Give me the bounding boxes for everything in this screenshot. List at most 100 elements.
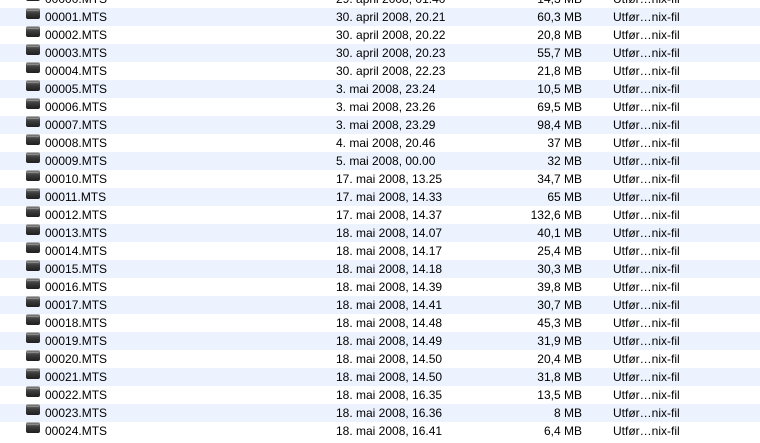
unix-executable-file-icon: [26, 98, 40, 109]
file-row[interactable]: 00008.MTS 4. mai 2008, 20.46 37 MB Utfør…ni…: [0, 134, 760, 152]
file-size: 55,7 MB: [537, 46, 582, 60]
file-row[interactable]: 00003.MTS 30. april 2008, 20.23 55,7 MB Utf…: [0, 44, 760, 62]
file-name: 00021.MTS: [45, 370, 108, 384]
file-kind: Utfør…nix-fil: [613, 424, 680, 438]
modified-date: 30. april 2008, 20.21: [336, 10, 446, 24]
modified-date: 18. mai 2008, 16.35: [336, 388, 443, 402]
file-size: 37 MB: [547, 136, 582, 150]
file-row[interactable]: 00018.MTS 18. mai 2008, 14.48 45,3 MB Utfør…: [0, 314, 760, 332]
file-row[interactable]: 00004.MTS 30. april 2008, 22.23 21,8 MB Utf…: [0, 62, 760, 80]
file-name: 00020.MTS: [45, 352, 108, 366]
file-size: 132,6 MB: [530, 208, 582, 222]
file-kind: Utfør…nix-fil: [613, 298, 680, 312]
modified-date: 18. mai 2008, 14.50: [336, 370, 443, 384]
file-name: 00004.MTS: [45, 64, 108, 78]
file-row[interactable]: 00017.MTS 18. mai 2008, 14.41 30,7 MB Utfør…: [0, 296, 760, 314]
file-size: 31,9 MB: [537, 334, 582, 348]
file-name: 00015.MTS: [45, 262, 108, 276]
unix-executable-file-icon: [26, 44, 40, 55]
file-kind: Utfør…nix-fil: [613, 136, 680, 150]
file-row[interactable]: 00001.MTS 30. april 2008, 20.21 60,3 MB Utf…: [0, 8, 760, 26]
unix-executable-file-icon: [26, 62, 40, 73]
file-row[interactable]: 00000.MTS 29. april 2008, 01.40 14,3 MB Utf…: [0, 0, 760, 8]
file-name: 00000.MTS: [45, 0, 107, 8]
modified-date: 30. april 2008, 20.23: [336, 46, 446, 60]
file-row[interactable]: 00006.MTS 3. mai 2008, 23.26 69,5 MB Utfør……: [0, 98, 760, 116]
file-name: 00016.MTS: [45, 280, 108, 294]
file-row[interactable]: 00024.MTS 18. mai 2008, 16.41 6,4 MB Utfør……: [0, 422, 760, 440]
unix-executable-file-icon: [26, 26, 40, 37]
file-name: 00002.MTS: [45, 28, 108, 42]
file-row[interactable]: 00009.MTS 5. mai 2008, 00.00 32 MB Utfør…ni…: [0, 152, 760, 170]
file-size: 98,4 MB: [537, 118, 582, 132]
file-row[interactable]: 00014.MTS 18. mai 2008, 14.17 25,4 MB Utfør…: [0, 242, 760, 260]
file-row[interactable]: 00002.MTS 30. april 2008, 20.22 20,8 MB Utf…: [0, 26, 760, 44]
file-row[interactable]: 00010.MTS 17. mai 2008, 13.25 34,7 MB Utfør…: [0, 170, 760, 188]
file-row[interactable]: 00007.MTS 3. mai 2008, 23.29 98,4 MB Utfør……: [0, 116, 760, 134]
file-kind: Utfør…nix-fil: [613, 82, 680, 96]
modified-date: 3. mai 2008, 23.26: [336, 100, 436, 114]
file-name: 00007.MTS: [45, 118, 108, 132]
file-size: 13,5 MB: [537, 388, 582, 402]
unix-executable-file-icon: [26, 152, 40, 163]
file-size: 21,8 MB: [537, 64, 582, 78]
modified-date: 5. mai 2008, 00.00: [336, 154, 436, 168]
file-kind: Utfør…nix-fil: [613, 316, 680, 330]
file-row[interactable]: 00016.MTS 18. mai 2008, 14.39 39,8 MB Utfør…: [0, 278, 760, 296]
file-kind: Utfør…nix-fil: [613, 262, 680, 276]
file-row[interactable]: 00012.MTS 17. mai 2008, 14.37 132,6 MB Utfø…: [0, 206, 760, 224]
modified-date: 18. mai 2008, 14.48: [336, 316, 443, 330]
modified-date: 17. mai 2008, 13.25: [336, 172, 443, 186]
unix-executable-file-icon: [26, 80, 40, 91]
file-size: 39,8 MB: [537, 280, 582, 294]
file-row[interactable]: 00019.MTS 18. mai 2008, 14.49 31,9 MB Utfør…: [0, 332, 760, 350]
file-row[interactable]: 00005.MTS 3. mai 2008, 23.24 10,5 MB Utfør……: [0, 80, 760, 98]
modified-date: 18. mai 2008, 14.18: [336, 262, 443, 276]
file-name: 00008.MTS: [45, 136, 108, 150]
file-kind: Utfør…nix-fil: [613, 370, 680, 384]
modified-date: 3. mai 2008, 23.29: [336, 118, 436, 132]
file-row[interactable]: 00011.MTS 17. mai 2008, 14.33 65 MB Utfør…n…: [0, 188, 760, 206]
file-kind: Utfør…nix-fil: [613, 172, 680, 186]
file-kind: Utfør…nix-fil: [613, 64, 680, 78]
unix-executable-file-icon: [26, 278, 40, 289]
file-size: 60,3 MB: [537, 10, 582, 24]
file-kind: Utfør…nix-fil: [613, 118, 680, 132]
unix-executable-file-icon: [26, 332, 40, 343]
unix-executable-file-icon: [26, 0, 40, 1]
file-name: 00017.MTS: [45, 298, 108, 312]
file-name: 00024.MTS: [45, 424, 108, 438]
file-kind: Utfør…nix-fil: [613, 226, 680, 240]
file-name: 00011.MTS: [45, 190, 107, 204]
unix-executable-file-icon: [26, 350, 40, 361]
file-row[interactable]: 00022.MTS 18. mai 2008, 16.35 13,5 MB Utfør…: [0, 386, 760, 404]
modified-date: 18. mai 2008, 14.50: [336, 352, 443, 366]
unix-executable-file-icon: [26, 368, 40, 379]
file-kind: Utfør…nix-fil: [613, 28, 680, 42]
unix-executable-file-icon: [26, 296, 40, 307]
file-row[interactable]: 00020.MTS 18. mai 2008, 14.50 20,4 MB Utfør…: [0, 350, 760, 368]
file-row[interactable]: 00023.MTS 18. mai 2008, 16.36 8 MB Utfør…ni…: [0, 404, 760, 422]
modified-date: 18. mai 2008, 14.41: [336, 298, 443, 312]
file-name: 00005.MTS: [45, 82, 108, 96]
file-size: 69,5 MB: [537, 100, 582, 114]
unix-executable-file-icon: [26, 314, 40, 325]
file-kind: Utfør…nix-fil: [613, 334, 680, 348]
file-kind: Utfør…nix-fil: [613, 0, 680, 8]
unix-executable-file-icon: [26, 134, 40, 145]
file-row[interactable]: 00015.MTS 18. mai 2008, 14.18 30,3 MB Utfør…: [0, 260, 760, 278]
modified-date: 30. april 2008, 20.22: [336, 28, 446, 42]
file-row[interactable]: 00021.MTS 18. mai 2008, 14.50 31,8 MB Utfør…: [0, 368, 760, 386]
unix-executable-file-icon: [26, 8, 40, 19]
file-name: 00012.MTS: [45, 208, 108, 222]
unix-executable-file-icon: [26, 422, 40, 433]
modified-date: 17. mai 2008, 14.37: [336, 208, 443, 222]
modified-date: 4. mai 2008, 20.46: [336, 136, 436, 150]
file-row[interactable]: 00013.MTS 18. mai 2008, 14.07 40,1 MB Utfør…: [0, 224, 760, 242]
file-size: 32 MB: [547, 154, 582, 168]
file-size: 31,8 MB: [537, 370, 582, 384]
file-size: 20,4 MB: [537, 352, 582, 366]
modified-date: 18. mai 2008, 14.17: [336, 244, 443, 258]
file-name: 00023.MTS: [45, 406, 108, 420]
file-name: 00019.MTS: [45, 334, 108, 348]
